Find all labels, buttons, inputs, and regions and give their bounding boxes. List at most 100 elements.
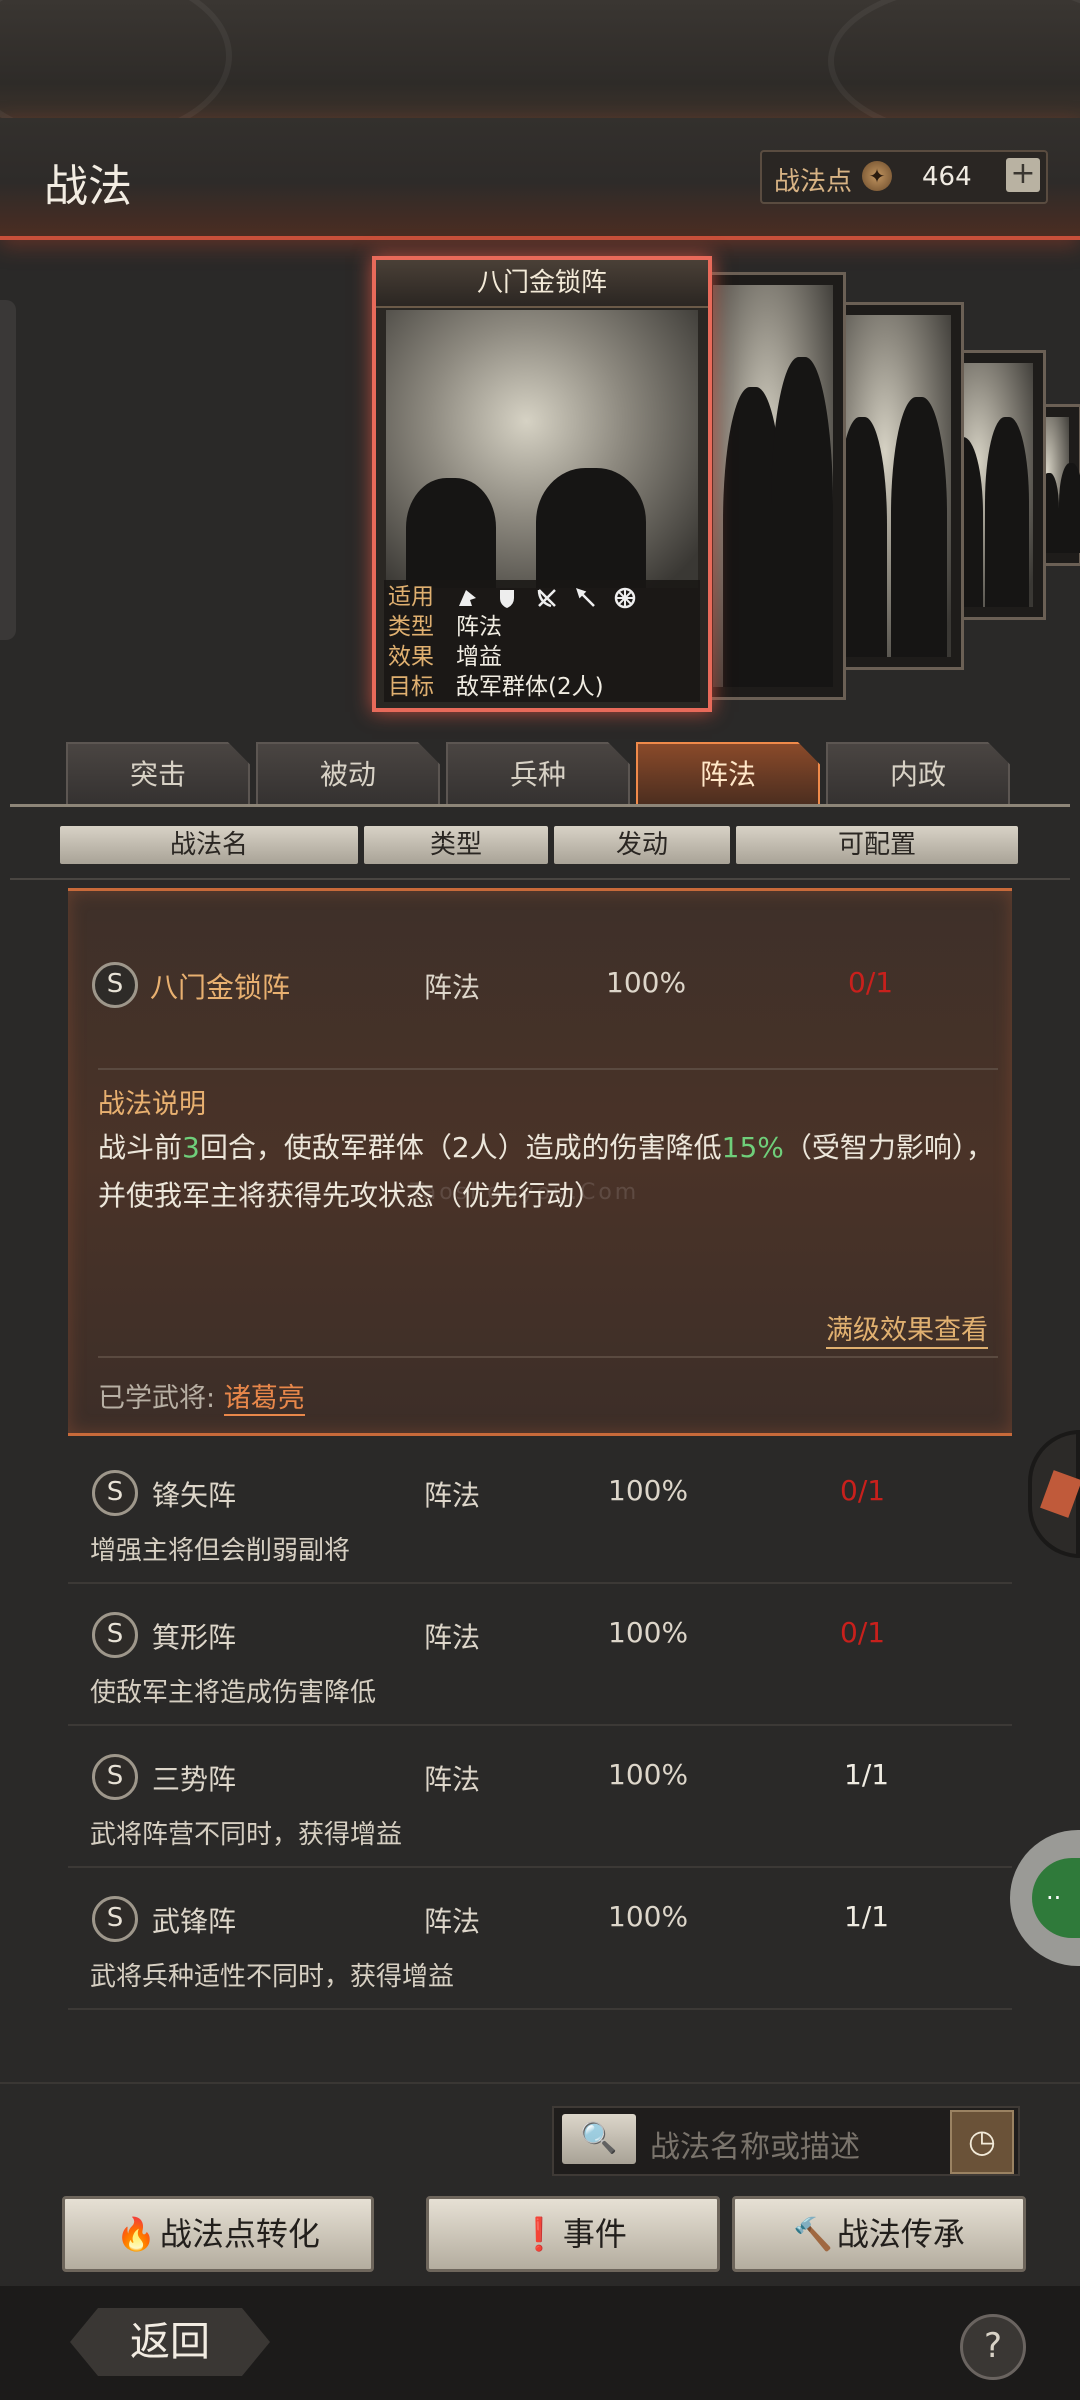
inherit-button[interactable]: 🔨 战法传承 — [732, 2196, 1026, 2272]
search-icon: 🔍 — [580, 2121, 618, 2156]
card-stack-item[interactable] — [700, 272, 846, 700]
flame-icon: 🔥 — [116, 2215, 156, 2253]
grade-badge: S — [92, 1470, 138, 1516]
left-edge-panel[interactable] — [0, 300, 16, 640]
wheel-icon — [615, 587, 636, 608]
footer-bar: 返回 ? — [0, 2286, 1080, 2400]
grade-badge: S — [92, 962, 138, 1008]
card-row-type: 类型 阵法 — [384, 612, 700, 642]
skill-point-icon: ✦ — [862, 161, 892, 191]
selected-skill-card[interactable]: 八门金锁阵 适用 类型 阵法 效果 增益 目标 敌军群体(2人) — [372, 256, 712, 712]
tab-passive[interactable]: 被动 — [256, 742, 440, 806]
shield-icon — [500, 589, 515, 608]
column-header-rate[interactable]: 发动 — [554, 826, 730, 864]
learned-generals: 已学武将: 诸葛亮 — [98, 1383, 305, 1416]
card-row-effect: 效果 增益 — [384, 642, 700, 672]
category-tabs: 突击 被动 兵种 阵法 内政 — [66, 742, 1016, 806]
back-button[interactable]: 返回 — [70, 2308, 270, 2376]
tab-assault[interactable]: 突击 — [66, 742, 250, 806]
card-artwork — [386, 310, 698, 588]
grade-badge: S — [92, 1896, 138, 1942]
tab-domestic[interactable]: 内政 — [826, 742, 1010, 806]
learned-general-link[interactable]: 诸葛亮 — [223, 1383, 305, 1416]
column-header-type[interactable]: 类型 — [364, 826, 548, 864]
column-header-config[interactable]: 可配置 — [736, 826, 1018, 864]
spear-icon — [575, 587, 595, 607]
skill-rate: 100% — [608, 1616, 689, 1649]
bow-icon — [537, 588, 556, 607]
skill-rate: 100% — [608, 1900, 689, 1933]
history-button[interactable]: ◷ — [950, 2110, 1014, 2174]
card-row-applies: 适用 — [384, 582, 700, 612]
divider — [98, 1068, 998, 1070]
skill-config: 1/1 — [844, 1900, 890, 1933]
skill-name: 武锋阵 — [152, 1905, 237, 1938]
description-title: 战法说明 — [98, 1089, 206, 1120]
skill-type: 阵法 — [424, 971, 481, 1004]
skill-config: 0/1 — [840, 1616, 886, 1649]
card-info-panel: 适用 类型 阵法 效果 增益 目标 敌军群体(2人) — [384, 580, 700, 702]
list-item[interactable]: S 三势阵 阵法 100% 1/1 武将阵营不同时，获得增益 — [68, 1726, 1012, 1868]
skill-summary: 使敌军主将造成伤害降低 — [90, 1678, 377, 1708]
skill-type: 阵法 — [424, 1763, 481, 1796]
page-title: 战法 — [44, 161, 132, 212]
column-header-name[interactable]: 战法名 — [60, 826, 358, 864]
convert-points-button[interactable]: 🔥 战法点转化 — [62, 2196, 374, 2272]
help-icon[interactable]: ? — [960, 2314, 1026, 2380]
skill-name: 三势阵 — [152, 1763, 237, 1796]
divider — [98, 1356, 998, 1358]
skill-config: 1/1 — [844, 1758, 890, 1791]
card-row-value: 增益 — [456, 644, 502, 670]
skill-name: 锋矢阵 — [152, 1479, 237, 1512]
card-row-target: 目标 敌军群体(2人) — [384, 672, 700, 702]
event-button[interactable]: ❗ 事件 — [426, 2196, 720, 2272]
skill-description: 战斗前3回合，使敌军群体（2人）造成的伤害降低15%（受智力影响），并使我军主将… — [98, 1131, 994, 1212]
skill-type: 阵法 — [424, 1905, 481, 1938]
skill-type: 阵法 — [424, 1621, 481, 1654]
skill-name: 箕形阵 — [152, 1621, 237, 1654]
skill-points-box: 战法点 ✦ 464 + — [760, 150, 1048, 204]
side-float-button[interactable] — [1028, 1430, 1080, 1558]
header-divider — [10, 878, 1070, 880]
skill-summary: 增强主将但会削弱副将 — [90, 1536, 351, 1566]
list-item[interactable]: S 武锋阵 阵法 100% 1/1 武将兵种适性不同时，获得增益 — [68, 1868, 1012, 2010]
add-points-button[interactable]: + — [1006, 158, 1040, 192]
card-title: 八门金锁阵 — [376, 260, 708, 308]
hammer-icon: 🔨 — [793, 2215, 833, 2253]
card-row-key: 效果 — [388, 644, 434, 670]
chat-float-button[interactable]: ·· — [1010, 1830, 1080, 1966]
search-input[interactable]: 战法名称或描述 — [650, 2122, 860, 2166]
skill-name: 八门金锁阵 — [150, 971, 291, 1004]
card-row-value: 敌军群体(2人) — [456, 674, 604, 700]
tab-troop[interactable]: 兵种 — [446, 742, 630, 806]
skill-rate: 100% — [606, 966, 687, 999]
skill-config: 0/1 — [840, 1474, 886, 1507]
skill-points-label: 战法点 — [774, 167, 853, 197]
skill-points-value: 464 — [922, 162, 972, 192]
skill-config: 0/1 — [848, 966, 894, 999]
tab-formation[interactable]: 阵法 — [636, 742, 820, 806]
grade-badge: S — [92, 1754, 138, 1800]
top-decoration — [0, 0, 1080, 142]
skill-summary: 武将阵营不同时，获得增益 — [90, 1820, 403, 1850]
card-row-key: 类型 — [388, 614, 434, 640]
list-item[interactable]: S 锋矢阵 阵法 100% 0/1 增强主将但会削弱副将 — [68, 1442, 1012, 1584]
skill-rate: 100% — [608, 1758, 689, 1791]
alert-icon: ❗ — [519, 2215, 559, 2253]
bottom-divider — [0, 2082, 1080, 2084]
search-bar: 🔍 战法名称或描述 ◷ — [552, 2106, 1020, 2176]
tab-divider — [10, 804, 1070, 807]
search-button[interactable]: 🔍 — [562, 2114, 636, 2164]
max-level-effect-link[interactable]: 满级效果查看 — [826, 1308, 988, 1349]
watermark: Taoshouyou.Com — [410, 1180, 640, 1205]
chat-icon: ·· — [1032, 1858, 1080, 1938]
skill-rate: 100% — [608, 1474, 689, 1507]
grade-badge: S — [92, 1612, 138, 1658]
card-row-key: 适用 — [388, 584, 434, 610]
skill-type: 阵法 — [424, 1479, 481, 1512]
cavalry-icon — [459, 589, 476, 606]
list-item[interactable]: S 箕形阵 阵法 100% 0/1 使敌军主将造成伤害降低 — [68, 1584, 1012, 1726]
card-row-value: 阵法 — [456, 614, 502, 640]
header-bar: 战法 战法点 ✦ 464 + — [0, 118, 1080, 240]
card-row-key: 目标 — [388, 674, 434, 700]
